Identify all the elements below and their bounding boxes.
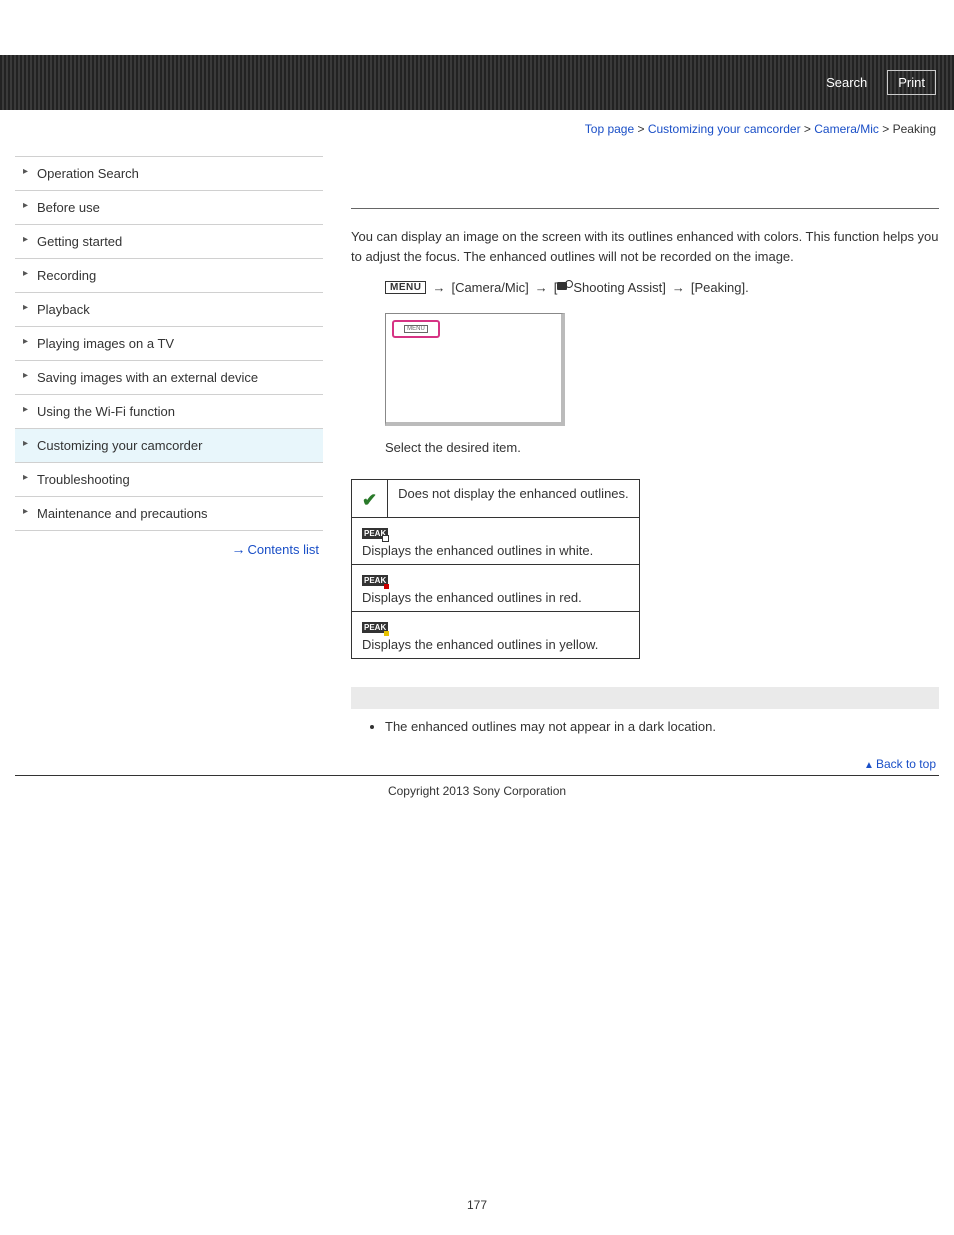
breadcrumb-sep: >: [879, 122, 893, 136]
page-number: 177: [0, 1198, 954, 1232]
option-cell: PEAK Displays the enhanced outlines in w…: [352, 518, 640, 565]
path-peaking: [Peaking].: [691, 280, 749, 295]
menu-icon: MENU: [385, 281, 426, 294]
peak-yellow-icon: PEAK: [362, 622, 388, 633]
arrow-right-icon: →: [231, 541, 243, 557]
nav-getting-started[interactable]: Getting started: [15, 225, 323, 259]
nav-wifi[interactable]: Using the Wi-Fi function: [15, 395, 323, 429]
option-desc: Displays the enhanced outlines in white.: [362, 543, 629, 558]
shooting-assist-icon: [557, 280, 573, 292]
option-desc: Displays the enhanced outlines in red.: [362, 590, 629, 605]
peak-white-icon: PEAK: [362, 528, 388, 539]
nav-saving-external[interactable]: Saving images with an external device: [15, 361, 323, 395]
top-whitespace: [0, 0, 954, 55]
nav-playback[interactable]: Playback: [15, 293, 323, 327]
option-cell: PEAK Displays the enhanced outlines in y…: [352, 612, 640, 659]
option-desc: Displays the enhanced outlines in yellow…: [362, 637, 629, 652]
path-shooting-assist: [Shooting Assist]: [554, 280, 666, 295]
copyright: Copyright 2013 Sony Corporation: [0, 776, 954, 818]
nav-troubleshooting[interactable]: Troubleshooting: [15, 463, 323, 497]
nav-customizing[interactable]: Customizing your camcorder: [15, 429, 323, 463]
nav-before-use[interactable]: Before use: [15, 191, 323, 225]
option-cell: PEAK Displays the enhanced outlines in r…: [352, 565, 640, 612]
nav-maintenance[interactable]: Maintenance and precautions: [15, 497, 323, 531]
nav-recording[interactable]: Recording: [15, 259, 323, 293]
breadcrumb-sep: >: [634, 122, 648, 136]
table-row: ✔ Does not display the enhanced outlines…: [352, 480, 640, 518]
table-row: PEAK Displays the enhanced outlines in r…: [352, 565, 640, 612]
notes-list: The enhanced outlines may not appear in …: [351, 709, 939, 742]
select-instruction: Select the desired item.: [385, 440, 939, 455]
note-item: The enhanced outlines may not appear in …: [385, 719, 939, 734]
back-to-top-row: ▲Back to top: [0, 752, 954, 775]
breadcrumb-camera-mic[interactable]: Camera/Mic: [814, 122, 879, 136]
highlighted-menu-box: MENU: [392, 320, 440, 338]
option-icon-cell: ✔: [352, 480, 388, 518]
menu-label-small: MENU: [404, 325, 428, 333]
back-to-top-link[interactable]: Back to top: [876, 757, 936, 771]
nav-list: Operation Search Before use Getting star…: [15, 156, 323, 531]
header-bar: Search Print: [0, 55, 954, 110]
options-table: ✔ Does not display the enhanced outlines…: [351, 479, 640, 659]
table-row: PEAK Displays the enhanced outlines in y…: [352, 612, 640, 659]
menu-path: MENU → [Camera/Mic] → [Shooting Assist] …: [385, 280, 939, 295]
breadcrumb-current: Peaking: [893, 122, 936, 136]
table-row: PEAK Displays the enhanced outlines in w…: [352, 518, 640, 565]
main-content: You can display an image on the screen w…: [323, 156, 939, 742]
option-desc: Does not display the enhanced outlines.: [388, 480, 640, 518]
breadcrumb-top[interactable]: Top page: [585, 122, 634, 136]
breadcrumb-customizing[interactable]: Customizing your camcorder: [648, 122, 801, 136]
print-button[interactable]: Print: [887, 70, 936, 95]
contents-list-link[interactable]: Contents list: [247, 542, 319, 557]
nav-operation-search[interactable]: Operation Search: [15, 157, 323, 191]
breadcrumb: Top page > Customizing your camcorder > …: [0, 110, 954, 136]
peak-red-icon: PEAK: [362, 575, 388, 586]
breadcrumb-sep: >: [801, 122, 815, 136]
arrow-icon: →: [535, 280, 548, 295]
screen-illustration: MENU: [385, 313, 565, 426]
search-button[interactable]: Search: [816, 71, 877, 94]
arrow-icon: →: [432, 280, 445, 295]
arrow-icon: →: [672, 280, 685, 295]
contents-list-row: → Contents list: [15, 531, 323, 557]
title-separator: [351, 208, 939, 209]
intro-text: You can display an image on the screen w…: [351, 227, 939, 266]
path-camera-mic: [Camera/Mic]: [451, 280, 528, 295]
nav-playing-tv[interactable]: Playing images on a TV: [15, 327, 323, 361]
sidebar: Operation Search Before use Getting star…: [15, 156, 323, 742]
triangle-up-icon: ▲: [864, 760, 874, 771]
check-icon: ✔: [362, 490, 377, 510]
notes-heading-band: [351, 687, 939, 709]
path-shooting-text: Shooting Assist]: [573, 280, 666, 295]
